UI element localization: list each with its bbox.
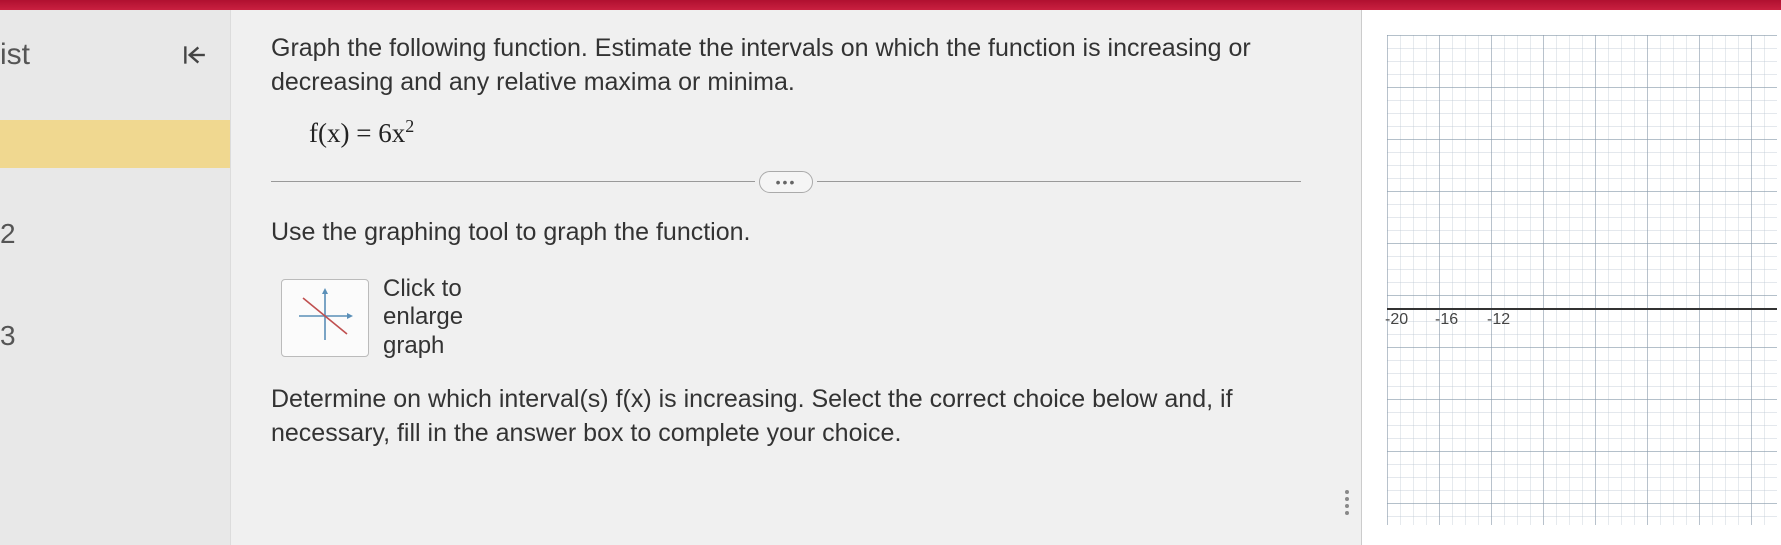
graph-panel: -20 -16 -12 — [1361, 10, 1781, 545]
determine-question: Determine on which interval(s) f(x) is i… — [271, 383, 1291, 451]
question-formula: f(x) = 6x2 — [309, 116, 1331, 149]
main-layout: ist 2 3 Graph the following function. Es… — [0, 10, 1781, 545]
content-area: Graph the following function. Estimate t… — [230, 10, 1361, 545]
sidebar: ist 2 3 — [0, 10, 230, 545]
enlarge-graph-button[interactable] — [281, 279, 369, 357]
graph-axes-icon — [293, 286, 357, 349]
formula-exponent: 2 — [405, 116, 414, 136]
sidebar-item-active[interactable] — [0, 120, 230, 168]
question-prompt: Graph the following function. Estimate t… — [271, 32, 1291, 100]
sidebar-item-2[interactable]: 2 — [0, 198, 230, 270]
x-tick-neg20: -20 — [1385, 311, 1408, 329]
x-tick-neg12: -12 — [1487, 311, 1510, 329]
graph-tool-row: Click to enlarge graph — [281, 275, 1331, 361]
formula-base: f(x) = 6x — [309, 118, 405, 148]
divider-line-right — [817, 181, 1301, 182]
divider: ••• — [271, 171, 1301, 193]
more-button[interactable]: ••• — [759, 171, 814, 193]
x-tick-neg16: -16 — [1435, 311, 1458, 329]
divider-line-left — [271, 181, 755, 182]
graph-grid[interactable]: -20 -16 -12 — [1387, 35, 1777, 525]
grid-icon — [1387, 35, 1777, 525]
sidebar-item-3[interactable]: 3 — [0, 300, 230, 372]
enlarge-graph-label: Click to enlarge graph — [383, 275, 463, 361]
graph-instruction: Use the graphing tool to graph the funct… — [271, 218, 1331, 247]
title-bar — [0, 0, 1781, 10]
collapse-icon[interactable] — [178, 39, 210, 71]
sidebar-header: ist — [0, 25, 230, 95]
scroll-handle[interactable] — [1345, 490, 1349, 515]
sidebar-title: ist — [0, 38, 30, 72]
